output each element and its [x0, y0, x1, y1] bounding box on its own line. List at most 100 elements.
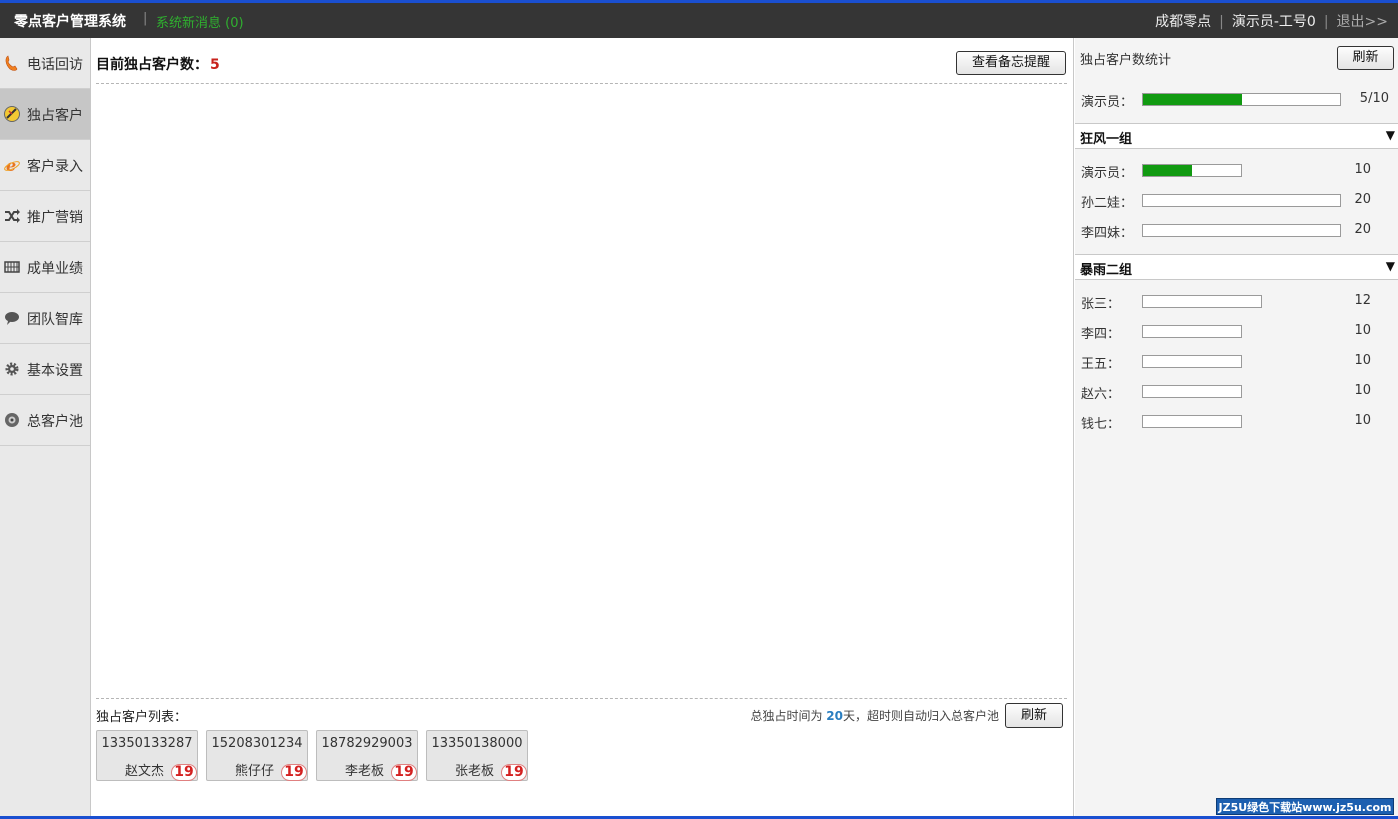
- sidebar-item-team-knowledge[interactable]: 团队智库: [0, 293, 90, 344]
- sidebar-item-label: 团队智库: [27, 312, 83, 328]
- sidebar-item-marketing[interactable]: 推广营销: [0, 191, 90, 242]
- client-name: 熊仔仔: [235, 764, 275, 779]
- count-value: 5: [210, 57, 220, 73]
- member-value: 5/10: [1359, 91, 1389, 106]
- pool-icon: [3, 411, 21, 429]
- member-stat-row: 钱七： 10: [1081, 411, 1391, 432]
- progress-bar: [1142, 355, 1242, 368]
- stats-title: 独占客户数统计: [1080, 53, 1172, 68]
- system-messages-link[interactable]: 系统新消息 (0): [156, 12, 244, 31]
- sidebar-item-label: 客户录入: [27, 159, 83, 175]
- sidebar-item-label: 基本设置: [27, 363, 83, 379]
- sidebar-item-exclusive-clients[interactable]: 独占客户: [0, 89, 90, 140]
- client-card[interactable]: 15208301234 熊仔仔 19: [206, 730, 308, 781]
- sidebar-item-label: 独占客户: [27, 108, 83, 124]
- user-label[interactable]: 演示员-工号0: [1232, 14, 1316, 30]
- member-name: 张三：: [1081, 297, 1121, 312]
- member-stat-row: 张三： 12: [1081, 291, 1391, 312]
- client-card[interactable]: 13350138000 张老板 19: [426, 730, 528, 781]
- days-remaining-badge: 19: [391, 764, 417, 781]
- exclusive-count-heading: 目前独占客户数： 5: [96, 54, 220, 74]
- client-phone: 18782929003: [321, 736, 413, 751]
- member-name: 王五：: [1081, 357, 1121, 372]
- client-phone: 13350138000: [431, 736, 523, 751]
- main-content: 目前独占客户数： 5 查看备忘提醒 独占客户列表： 总独占时间为 20天，超时则自…: [92, 38, 1074, 816]
- exclusive-time-notice: 总独占时间为 20天，超时则自动归入总客户池: [750, 707, 999, 724]
- location-label: 成都零点: [1155, 14, 1212, 30]
- sidebar-item-label: 电话回访: [27, 57, 83, 73]
- divider: [96, 83, 1067, 84]
- shuffle-icon: [3, 207, 21, 225]
- exclusive-client-icon: [3, 105, 21, 123]
- progress-bar: [1142, 164, 1242, 177]
- member-name: 李四妹：: [1081, 226, 1134, 241]
- separator: |: [1323, 14, 1329, 30]
- ie-icon: e: [3, 156, 21, 174]
- separator: |: [1219, 14, 1224, 30]
- member-stat-row: 演示员： 10: [1081, 160, 1391, 181]
- client-card[interactable]: 18782929003 李老板 19: [316, 730, 418, 781]
- client-card[interactable]: 13350133287 赵文杰 19: [96, 730, 198, 781]
- member-name: 演示员：: [1081, 95, 1134, 110]
- client-list-label: 独占客户列表：: [96, 710, 188, 725]
- client-phone: 15208301234: [211, 736, 303, 751]
- site-watermark: JZ5U绿色下载站www.jz5u.com: [1216, 798, 1394, 815]
- member-value: 20: [1354, 222, 1371, 237]
- member-value: 10: [1354, 353, 1371, 368]
- notice-suffix: 天，超时则自动归入总客户池: [842, 709, 999, 723]
- group-header-kuangfeng[interactable]: 狂风一组 ▼: [1075, 123, 1398, 149]
- logout-link[interactable]: 退出>>: [1337, 14, 1388, 30]
- progress-bar: [1142, 224, 1341, 237]
- sidebar-item-client-pool[interactable]: 总客户池: [0, 395, 90, 446]
- progress-bar: [1142, 385, 1242, 398]
- member-stat-row: 王五： 10: [1081, 351, 1391, 372]
- phone-icon: [3, 54, 21, 72]
- exclusive-stats-panel: 独占客户数统计 刷新 演示员： 5/10 狂风一组 ▼ 演示员： 10 孙二娃：…: [1075, 38, 1398, 816]
- group-header-baoyu[interactable]: 暴雨二组 ▼: [1075, 254, 1398, 280]
- member-name: 赵六：: [1081, 387, 1121, 402]
- group-name: 狂风一组: [1080, 132, 1133, 147]
- app-title: 零点客户管理系统: [14, 14, 126, 30]
- notice-prefix: 总独占时间为: [750, 709, 823, 723]
- sidebar-item-performance[interactable]: 成单业绩: [0, 242, 90, 293]
- client-name: 赵文杰: [125, 764, 165, 779]
- progress-fill: [1143, 94, 1242, 105]
- progress-fill: [1143, 165, 1192, 176]
- progress-bar: [1142, 295, 1262, 308]
- messages-count: (0): [225, 16, 244, 31]
- member-stat-row: 李四妹： 20: [1081, 220, 1391, 241]
- member-value: 10: [1354, 413, 1371, 428]
- client-name: 张老板: [455, 764, 495, 779]
- collapse-arrow-icon[interactable]: ▼: [1386, 259, 1395, 273]
- sidebar-item-client-entry[interactable]: e 客户录入: [0, 140, 90, 191]
- progress-bar: [1142, 325, 1242, 338]
- member-name: 李四：: [1081, 327, 1121, 342]
- sidebar-item-label: 推广营销: [27, 210, 83, 226]
- days-remaining-badge: 19: [501, 764, 527, 781]
- grid-icon: [3, 258, 21, 276]
- sidebar-item-basic-settings[interactable]: 基本设置: [0, 344, 90, 395]
- sidebar-nav: 电话回访 独占客户 e 客户录入 推广营销 成单业绩 团队智库 基本设置 总客户…: [0, 38, 91, 816]
- member-value: 20: [1354, 192, 1371, 207]
- sidebar-item-phone-followup[interactable]: 电话回访: [0, 38, 90, 89]
- member-value: 10: [1354, 383, 1371, 398]
- stats-refresh-button[interactable]: 刷新: [1337, 46, 1394, 70]
- group-name: 暴雨二组: [1080, 263, 1133, 278]
- collapse-arrow-icon[interactable]: ▼: [1386, 128, 1395, 142]
- progress-bar: [1142, 93, 1341, 106]
- progress-bar: [1142, 415, 1242, 428]
- chat-icon: [3, 309, 21, 327]
- sidebar-item-label: 成单业绩: [27, 261, 83, 277]
- notice-days: 20: [826, 709, 843, 723]
- gear-icon: [3, 360, 21, 378]
- client-name: 李老板: [345, 764, 385, 779]
- member-name: 演示员：: [1081, 166, 1134, 181]
- sidebar-item-label: 总客户池: [27, 414, 83, 430]
- client-list-refresh-button[interactable]: 刷新: [1005, 703, 1063, 728]
- view-memo-reminder-button[interactable]: 查看备忘提醒: [956, 51, 1066, 75]
- member-stat-row: 孙二娃： 20: [1081, 190, 1391, 211]
- days-remaining-badge: 19: [281, 764, 307, 781]
- count-label: 目前独占客户数：: [96, 57, 208, 73]
- self-stat-row: 演示员： 5/10: [1081, 89, 1391, 110]
- messages-label[interactable]: 系统新消息: [156, 16, 221, 31]
